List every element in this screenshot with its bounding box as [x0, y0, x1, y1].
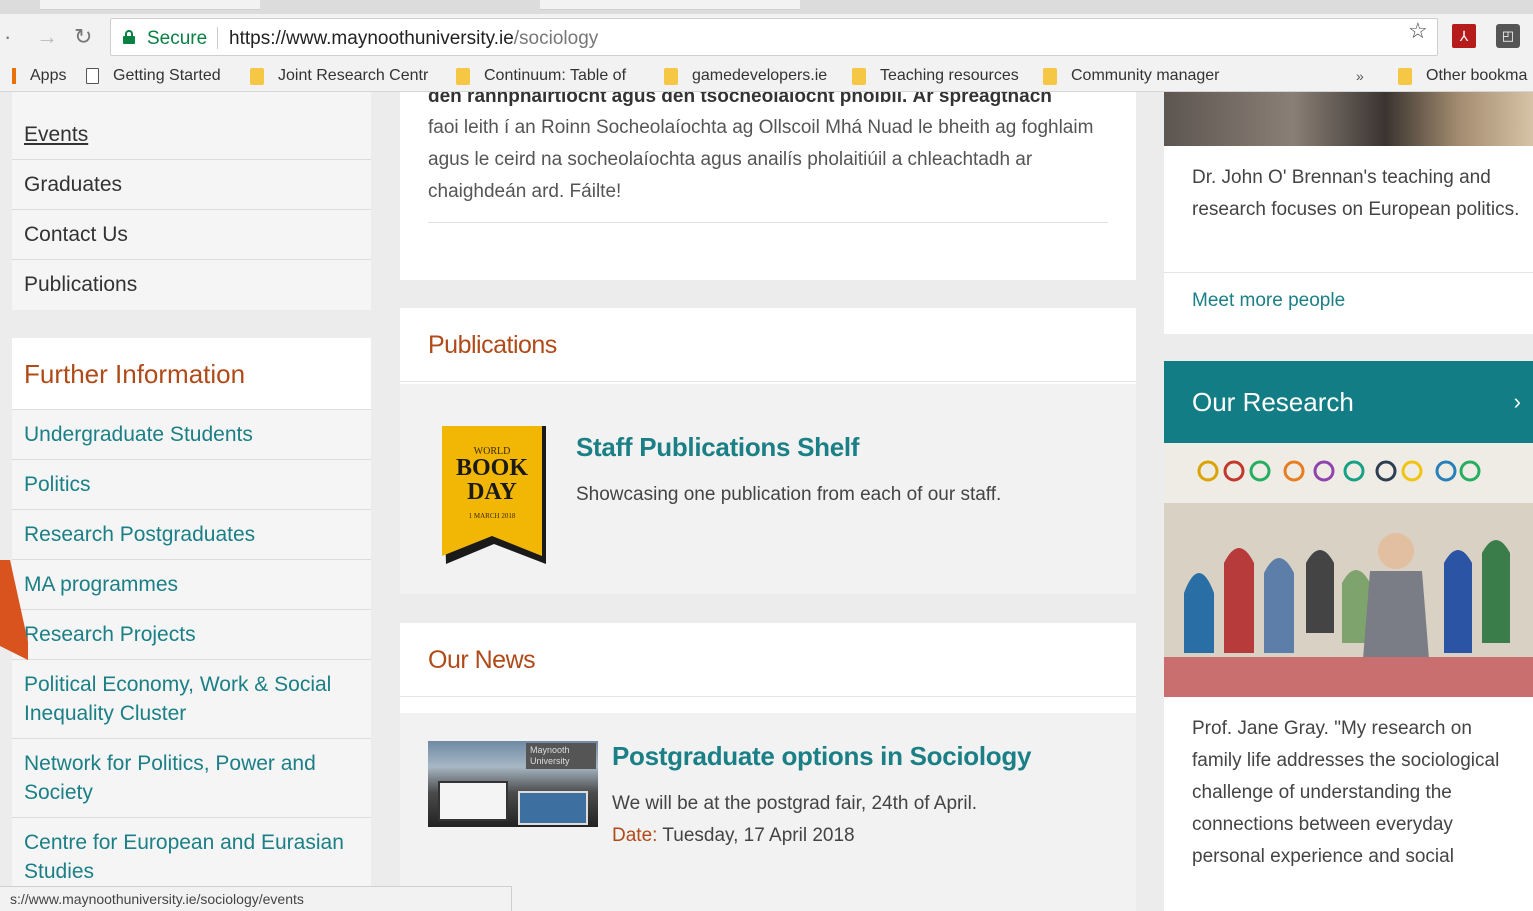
bookmark-label: Joint Research Centr: [278, 67, 429, 84]
link-political-economy-cluster[interactable]: Political Economy, Work & Social Inequal…: [12, 660, 371, 739]
news-heading: Our News: [400, 623, 1136, 697]
url-path: /sociology: [513, 28, 599, 49]
badge-main-1: BOOK: [455, 455, 528, 481]
bookmark-continuum[interactable]: Continuum: Table of: [456, 67, 626, 85]
folder-icon: [664, 67, 678, 85]
bookmark-label: Community manager: [1071, 67, 1220, 84]
further-information-title: Further Information: [12, 338, 371, 410]
profile-text: Dr. John O' Brennan's teaching and resea…: [1192, 167, 1520, 220]
secure-label: Secure: [147, 28, 208, 49]
news-body: Maynooth University Postgraduate options…: [400, 713, 1136, 911]
bookmark-label: Teaching resources: [880, 67, 1019, 84]
link-undergraduate-students[interactable]: Undergraduate Students: [12, 410, 371, 460]
our-research-header[interactable]: Our Research ›: [1164, 361, 1533, 443]
link-network-politics-power[interactable]: Network for Politics, Power and Society: [12, 739, 371, 818]
intro-card: den rannpháirtíocht agus den tsocheolaío…: [400, 92, 1136, 280]
extension-icon[interactable]: ◰: [1496, 24, 1520, 48]
news-thumbnail[interactable]: Maynooth University: [428, 741, 598, 827]
publications-card: Publications WORLD BOOK DAY 1 MARCH 2018…: [400, 308, 1136, 594]
bookmark-getting-started[interactable]: Getting Started: [86, 67, 221, 85]
pdf-extension-icon[interactable]: ⅄: [1452, 24, 1476, 48]
bookmark-other[interactable]: Other bookma: [1398, 67, 1527, 85]
bookmark-label: Apps: [30, 67, 67, 84]
our-research-title: Our Research: [1192, 387, 1354, 417]
profile-card: Dr. John O' Brennan's teaching and resea…: [1164, 146, 1533, 334]
divider: [428, 222, 1108, 223]
staff-publications-link[interactable]: Staff Publications Shelf: [576, 432, 859, 463]
web-page: Events Graduates Contact Us Publications…: [0, 92, 1533, 911]
forward-icon[interactable]: →: [36, 24, 58, 50]
bookmark-joint-research[interactable]: Joint Research Centr: [250, 67, 428, 85]
intro-cut-line: den rannpháirtíocht agus den tsocheolaío…: [428, 92, 1052, 107]
thumbnail-poster: [518, 791, 588, 825]
nav-item-graduates[interactable]: Graduates: [12, 160, 371, 210]
thumbnail-poster: [438, 781, 508, 821]
bookmarks-overflow-icon[interactable]: »: [1356, 68, 1364, 84]
folder-icon: [852, 67, 866, 85]
status-bar-url: s://www.maynoothuniversity.ie/sociology/…: [0, 886, 512, 911]
bookmark-label: Continuum: Table of: [484, 67, 627, 84]
link-ma-programmes[interactable]: MA programmes: [12, 560, 371, 610]
url-host: https://www.maynoothuniversity.ie: [229, 28, 514, 49]
research-text: Prof. Jane Gray. "My research on family …: [1192, 718, 1500, 867]
annotation-arrow-icon: [0, 560, 28, 660]
folder-icon: [250, 67, 264, 85]
link-research-postgraduates[interactable]: Research Postgraduates: [12, 510, 371, 560]
divider: [1164, 272, 1533, 273]
research-photo[interactable]: [1164, 443, 1533, 697]
lock-icon: [123, 30, 135, 44]
browser-tab-active[interactable]: [540, 0, 800, 10]
publications-body: WORLD BOOK DAY 1 MARCH 2018 Staff Public…: [400, 384, 1136, 594]
research-card: Prof. Jane Gray. "My research on family …: [1164, 697, 1533, 911]
browser-tab[interactable]: [40, 0, 260, 10]
date-label: Date:: [612, 825, 658, 846]
staff-publications-desc: Showcasing one publication from each of …: [576, 484, 1002, 505]
nav-item-publications[interactable]: Publications: [12, 260, 371, 310]
badge-date: 1 MARCH 2018: [468, 512, 516, 520]
thumbnail-sign: Maynooth University: [526, 743, 596, 769]
chevron-right-icon: ›: [1513, 389, 1521, 414]
meet-more-people-link[interactable]: Meet more people: [1192, 290, 1345, 312]
reload-icon[interactable]: ↻: [74, 24, 92, 50]
address-bar[interactable]: Secure https://www.maynoothuniversity.ie…: [110, 18, 1438, 56]
publications-heading: Publications: [400, 308, 1136, 382]
bookmark-star-icon[interactable]: ☆: [1408, 18, 1428, 44]
bookmark-label: Other bookma: [1426, 67, 1528, 84]
nav-item-events[interactable]: Events: [12, 92, 371, 160]
bookmark-community-manager[interactable]: Community manager: [1043, 67, 1220, 85]
page-icon: [86, 68, 99, 84]
folder-icon: [456, 67, 470, 85]
folder-icon: [1398, 67, 1412, 85]
bookmarks-bar: Apps Getting Started Joint Research Cent…: [0, 62, 1533, 92]
apps-icon: [12, 68, 16, 84]
bookmark-label: gamedevelopers.ie: [692, 67, 828, 84]
further-information-panel: Further Information Undergraduate Studen…: [12, 338, 371, 911]
news-date: Date: Tuesday, 17 April 2018: [612, 825, 855, 847]
bookmark-label: Getting Started: [113, 67, 221, 84]
postgraduate-options-link[interactable]: Postgraduate options in Sociology: [612, 741, 1031, 772]
date-value: Tuesday, 17 April 2018: [662, 825, 855, 846]
omnibox-divider: [217, 27, 218, 49]
tab-strip: [0, 0, 1533, 14]
bookmark-gamedevelopers[interactable]: gamedevelopers.ie: [664, 67, 827, 85]
back-icon[interactable]: ·: [4, 24, 11, 50]
url-text[interactable]: https://www.maynoothuniversity.ie/sociol…: [229, 28, 598, 50]
intro-text: faoi leith í an Roinn Socheolaíochta ag …: [428, 117, 1094, 202]
browser-toolbar: · → ↻ Secure https://www.maynoothunivers…: [0, 14, 1533, 62]
badge-main-2: DAY: [467, 479, 517, 505]
news-card: Our News Maynooth University Postgraduat…: [400, 623, 1136, 911]
world-book-day-thumbnail[interactable]: WORLD BOOK DAY 1 MARCH 2018: [442, 426, 548, 566]
news-desc: We will be at the postgrad fair, 24th of…: [612, 793, 978, 814]
link-politics[interactable]: Politics: [12, 460, 371, 510]
bookmark-teaching-resources[interactable]: Teaching resources: [852, 67, 1019, 85]
research-photo-illustration: [1164, 443, 1533, 697]
link-research-projects[interactable]: Research Projects: [12, 610, 371, 660]
profile-photo[interactable]: [1164, 92, 1533, 146]
section-nav: Events Graduates Contact Us Publications: [12, 92, 371, 310]
nav-item-contact-us[interactable]: Contact Us: [12, 210, 371, 260]
bookmark-apps[interactable]: Apps: [12, 67, 66, 85]
folder-icon: [1043, 67, 1057, 85]
